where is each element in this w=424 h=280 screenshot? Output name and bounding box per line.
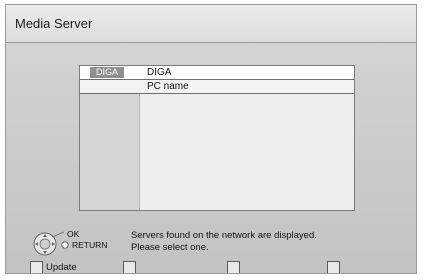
- ok-label: OK: [67, 229, 80, 239]
- server-name: DIGA: [147, 67, 172, 78]
- title-bar: Media Server: [6, 5, 416, 43]
- color-button-3[interactable]: [227, 261, 240, 273]
- instruction-text: Servers found on the network are display…: [131, 230, 391, 254]
- page-title: Media Server: [15, 16, 93, 31]
- server-logo: DIGA: [90, 67, 125, 78]
- server-list: DIGA DIGA PC name: [79, 65, 355, 211]
- color-button-2[interactable]: [123, 261, 136, 273]
- update-button[interactable]: [30, 261, 43, 273]
- remote-control-hint: OK RETURN: [32, 229, 112, 259]
- return-button-icon: [61, 241, 69, 249]
- instruction-line-1: Servers found on the network are display…: [131, 230, 317, 241]
- update-label: Update: [46, 262, 77, 273]
- content-area: DIGA DIGA PC name OK RETURN Servers foun…: [6, 43, 416, 273]
- color-button-4[interactable]: [327, 261, 340, 273]
- server-row-diga[interactable]: DIGA DIGA: [80, 66, 354, 80]
- server-row-pc-name[interactable]: PC name: [80, 80, 354, 94]
- server-name: PC name: [147, 81, 189, 92]
- return-label: RETURN: [72, 240, 108, 250]
- instruction-line-2: Please select one.: [131, 242, 209, 253]
- media-server-screen: Media Server DIGA DIGA PC name OK RETURN…: [5, 4, 417, 274]
